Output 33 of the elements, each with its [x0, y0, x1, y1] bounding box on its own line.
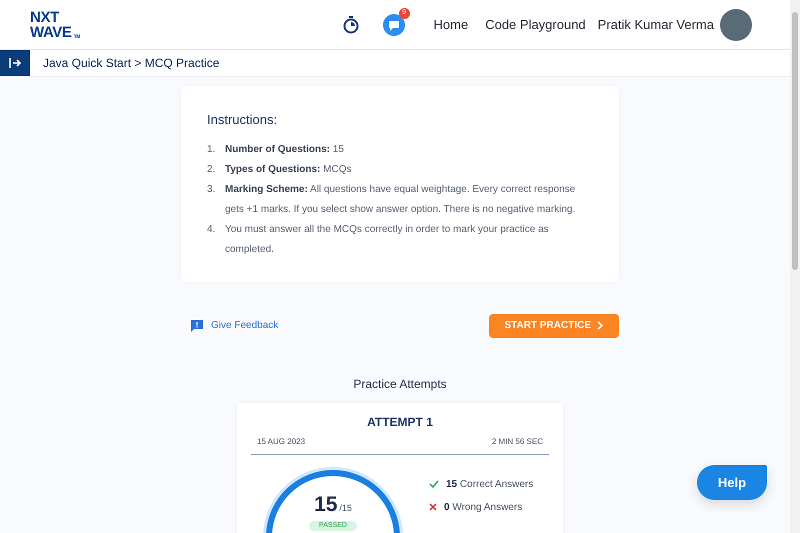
chat-icon[interactable]: [382, 14, 405, 36]
result-text: 15 Correct Answers: [446, 478, 534, 492]
check-icon: [429, 480, 439, 488]
list-number: 1.: [207, 142, 216, 156]
instruction-text: Types of Questions: MCQs: [225, 162, 352, 176]
list-number: 3.: [207, 182, 216, 196]
instruction-text: Marking Scheme: All questions have equal weightage. Every correct response gets +1 marks. If you select show answer option. There is no negative marking.: [225, 182, 576, 216]
stopwatch-icon[interactable]: [342, 16, 359, 34]
attempt-date: 15 AUG 2023: [257, 436, 306, 448]
feedback-icon: [191, 320, 203, 332]
help-button[interactable]: Help: [697, 465, 767, 500]
list-number: 4.: [207, 222, 216, 236]
expand-icon: [9, 58, 21, 68]
give-feedback-link[interactable]: Give Feedback: [191, 318, 278, 333]
user-name[interactable]: Pratik Kumar Verma: [598, 14, 714, 34]
sidebar-toggle-button[interactable]: [0, 50, 30, 76]
chevron-right-icon: [597, 321, 603, 330]
breadcrumb: Java Quick Start > MCQ Practice: [43, 55, 220, 72]
attempt-duration: 2 MIN 56 SEC: [492, 436, 543, 448]
instruction-text: You must answer all the MCQs correctly in order to mark your practice as completed.: [225, 222, 550, 256]
instructions-title: Instructions:: [207, 111, 278, 129]
attempt-title: ATTEMPT 1: [366, 414, 434, 430]
attempts-title: Practice Attempts: [352, 376, 448, 392]
nav-link[interactable]: Code Playground: [483, 14, 588, 34]
score-total: /15: [339, 502, 352, 514]
instruction-text: Number of Questions: 15: [225, 142, 344, 156]
score: 15: [314, 492, 338, 518]
avatar[interactable]: [720, 8, 752, 40]
nav-link[interactable]: Home: [432, 14, 470, 34]
cross-icon: [429, 503, 437, 511]
result-text: 0 Wrong Answers: [444, 500, 522, 514]
list-number: 2.: [207, 162, 216, 176]
scrollbar[interactable]: [790, 0, 800, 533]
